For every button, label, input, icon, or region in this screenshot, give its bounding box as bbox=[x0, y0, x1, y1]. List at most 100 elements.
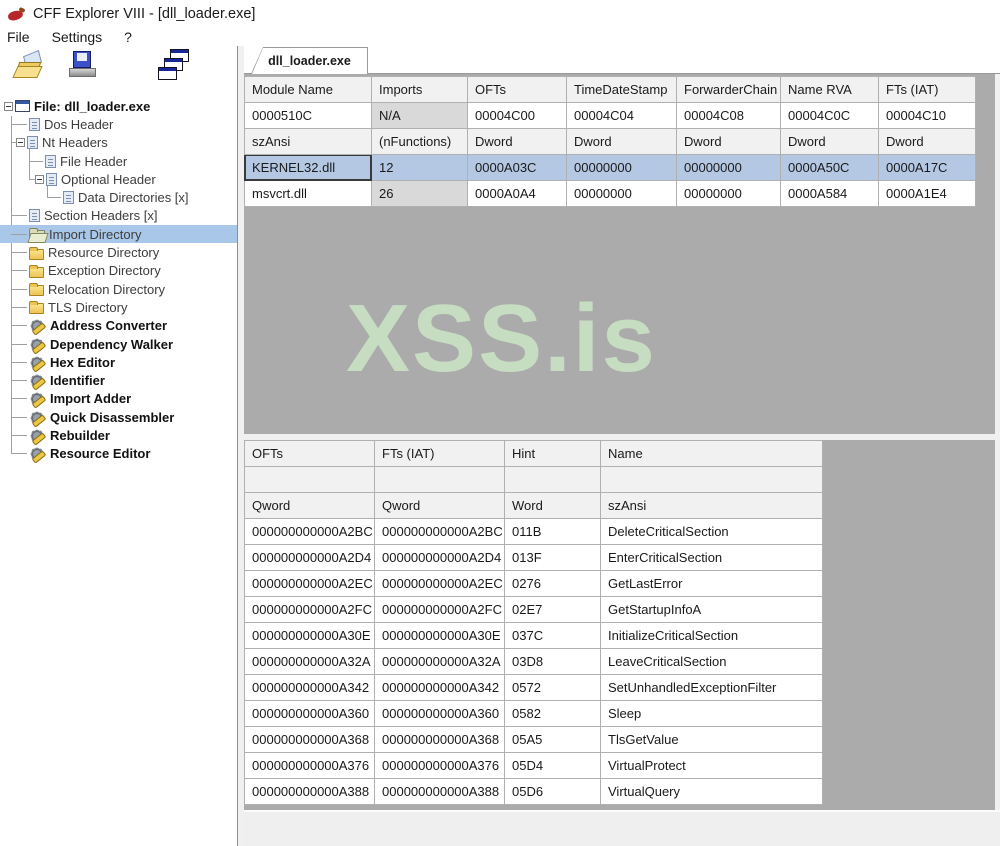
tree-item-data-directories[interactable]: Data Directories [x] bbox=[0, 188, 237, 206]
cell[interactable]: 0000A03C bbox=[468, 155, 567, 181]
cell[interactable]: 0000A17C bbox=[879, 155, 976, 181]
cell[interactable]: 05D4 bbox=[505, 753, 601, 779]
tree-item-rebuilder[interactable]: Rebuilder bbox=[0, 426, 237, 444]
cell[interactable]: 000000000000A2FC bbox=[245, 597, 375, 623]
cell[interactable]: 000000000000A342 bbox=[375, 675, 505, 701]
cell[interactable]: 000000000000A2EC bbox=[245, 571, 375, 597]
cell[interactable]: N/A bbox=[372, 103, 468, 129]
tree-item-file-header[interactable]: File Header bbox=[0, 152, 237, 170]
cell[interactable]: 0276 bbox=[505, 571, 601, 597]
cell[interactable]: 000000000000A360 bbox=[245, 701, 375, 727]
cell[interactable]: 00004C00 bbox=[468, 103, 567, 129]
collapse-box-icon[interactable] bbox=[16, 138, 25, 147]
tree-item-exception-directory[interactable]: Exception Directory bbox=[0, 262, 237, 280]
cell[interactable]: 000000000000A368 bbox=[375, 727, 505, 753]
collapse-box-icon[interactable] bbox=[4, 102, 13, 111]
tree-item-dos-header[interactable]: Dos Header bbox=[0, 115, 237, 133]
cell-function-name[interactable]: VirtualProtect bbox=[601, 753, 823, 779]
cell[interactable]: 000000000000A376 bbox=[375, 753, 505, 779]
cell[interactable]: 000000000000A2D4 bbox=[245, 545, 375, 571]
cell[interactable]: 000000000000A32A bbox=[245, 649, 375, 675]
tree-item-nt-headers[interactable]: Nt Headers bbox=[0, 134, 237, 152]
cell[interactable]: 05D6 bbox=[505, 779, 601, 805]
collapse-box-icon[interactable] bbox=[35, 175, 44, 184]
tree-item-hex-editor[interactable]: Hex Editor bbox=[0, 353, 237, 371]
cell[interactable]: 03D8 bbox=[505, 649, 601, 675]
cell[interactable]: 02E7 bbox=[505, 597, 601, 623]
cell[interactable]: 000000000000A30E bbox=[245, 623, 375, 649]
cell[interactable]: 0000510C bbox=[245, 103, 372, 129]
menu-settings[interactable]: Settings bbox=[41, 29, 114, 45]
cell[interactable]: 0572 bbox=[505, 675, 601, 701]
cell[interactable]: 013F bbox=[505, 545, 601, 571]
col-module-name: Module Name bbox=[245, 77, 372, 103]
cell[interactable]: 0582 bbox=[505, 701, 601, 727]
tree-item-tls-directory[interactable]: TLS Directory bbox=[0, 298, 237, 316]
tree-item-relocation-directory[interactable]: Relocation Directory bbox=[0, 280, 237, 298]
cell[interactable]: 000000000000A30E bbox=[375, 623, 505, 649]
tree-item-resource-editor[interactable]: Resource Editor bbox=[0, 445, 237, 463]
cell-module-name[interactable]: KERNEL32.dll bbox=[245, 155, 372, 181]
col-forwarderchain: ForwarderChain bbox=[677, 77, 781, 103]
cell-function-name[interactable]: TlsGetValue bbox=[601, 727, 823, 753]
cascade-windows-icon[interactable] bbox=[158, 48, 198, 88]
tool-gear-wrench-icon bbox=[29, 410, 46, 425]
cell[interactable]: 011B bbox=[505, 519, 601, 545]
tree-item-import-directory[interactable]: Import Directory bbox=[0, 225, 237, 243]
cell[interactable]: 000000000000A2BC bbox=[375, 519, 505, 545]
cell[interactable]: 000000000000A32A bbox=[375, 649, 505, 675]
menu-file[interactable]: File bbox=[0, 29, 41, 45]
tree-item-section-headers[interactable]: Section Headers [x] bbox=[0, 207, 237, 225]
tree-item-resource-directory[interactable]: Resource Directory bbox=[0, 243, 237, 261]
cell[interactable]: 00000000 bbox=[677, 181, 781, 207]
cell[interactable]: 00004C04 bbox=[567, 103, 677, 129]
tree-item-address-converter[interactable]: Address Converter bbox=[0, 317, 237, 335]
cell[interactable]: 000000000000A2BC bbox=[245, 519, 375, 545]
cell-function-name[interactable]: EnterCriticalSection bbox=[601, 545, 823, 571]
cell[interactable]: 00004C08 bbox=[677, 103, 781, 129]
cell-function-name[interactable]: LeaveCriticalSection bbox=[601, 649, 823, 675]
cell[interactable]: 000000000000A2FC bbox=[375, 597, 505, 623]
cell-module-name[interactable]: msvcrt.dll bbox=[245, 181, 372, 207]
open-file-icon[interactable] bbox=[14, 50, 50, 86]
cell[interactable]: 000000000000A360 bbox=[375, 701, 505, 727]
tree-item-import-adder[interactable]: Import Adder bbox=[0, 390, 237, 408]
cell-function-name[interactable]: SetUnhandledExceptionFilter bbox=[601, 675, 823, 701]
cell[interactable]: 00000000 bbox=[567, 155, 677, 181]
cell[interactable]: 00000000 bbox=[567, 181, 677, 207]
cell: Dword bbox=[468, 129, 567, 155]
tree-item-optional-header[interactable]: Optional Header bbox=[0, 170, 237, 188]
cell[interactable]: 000000000000A2D4 bbox=[375, 545, 505, 571]
cell[interactable]: 037C bbox=[505, 623, 601, 649]
cell[interactable]: 000000000000A342 bbox=[245, 675, 375, 701]
cell[interactable]: 26 bbox=[372, 181, 468, 207]
tree-item-dependency-walker[interactable]: Dependency Walker bbox=[0, 335, 237, 353]
cell-function-name[interactable]: VirtualQuery bbox=[601, 779, 823, 805]
tree-item-quick-disassembler[interactable]: Quick Disassembler bbox=[0, 408, 237, 426]
cell[interactable]: 0000A50C bbox=[781, 155, 879, 181]
cell[interactable]: 00004C10 bbox=[879, 103, 976, 129]
tree-item-file-root[interactable]: File: dll_loader.exe bbox=[0, 97, 237, 115]
cell[interactable]: 000000000000A368 bbox=[245, 727, 375, 753]
cell[interactable]: 000000000000A388 bbox=[245, 779, 375, 805]
menu-help[interactable]: ? bbox=[113, 29, 143, 45]
cell[interactable]: 000000000000A2EC bbox=[375, 571, 505, 597]
tab-dll-loader[interactable]: dll_loader.exe bbox=[251, 47, 368, 74]
cell[interactable]: 05A5 bbox=[505, 727, 601, 753]
save-file-icon[interactable] bbox=[66, 50, 102, 86]
import-functions-area: OFTs FTs (IAT) Hint Name Qword bbox=[244, 440, 824, 807]
cell[interactable]: 0000A584 bbox=[781, 181, 879, 207]
cell-function-name[interactable]: GetStartupInfoA bbox=[601, 597, 823, 623]
cell-function-name[interactable]: DeleteCriticalSection bbox=[601, 519, 823, 545]
cell[interactable]: 00004C0C bbox=[781, 103, 879, 129]
cell[interactable]: 12 bbox=[372, 155, 468, 181]
cell[interactable]: 000000000000A388 bbox=[375, 779, 505, 805]
cell-function-name[interactable]: InitializeCriticalSection bbox=[601, 623, 823, 649]
cell-function-name[interactable]: Sleep bbox=[601, 701, 823, 727]
cell[interactable]: 00000000 bbox=[677, 155, 781, 181]
cell[interactable]: 0000A0A4 bbox=[468, 181, 567, 207]
cell-function-name[interactable]: GetLastError bbox=[601, 571, 823, 597]
cell[interactable]: 0000A1E4 bbox=[879, 181, 976, 207]
cell[interactable]: 000000000000A376 bbox=[245, 753, 375, 779]
tree-item-identifier[interactable]: Identifier bbox=[0, 371, 237, 389]
